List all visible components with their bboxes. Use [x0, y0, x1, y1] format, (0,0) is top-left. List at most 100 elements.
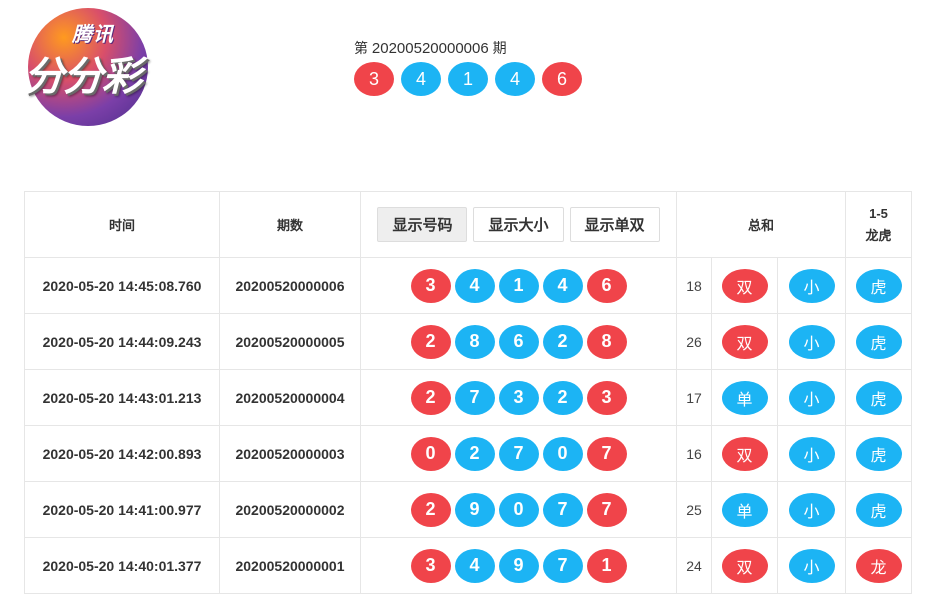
number-ball: 4 — [454, 268, 495, 303]
draw-numbers: 34971 — [360, 537, 677, 594]
logo-big-text: 分分彩 — [24, 54, 142, 100]
dragon-tiger-tag-cell: 虎 — [845, 369, 913, 426]
big-small-tag: 小 — [788, 492, 835, 527]
table-row: 2020-05-20 14:41:00.977 20200520000002 2 9 0… — [24, 481, 913, 538]
show-size-button[interactable]: 显示大小 — [473, 207, 564, 242]
table-header-row: 时间 期数 显示号码 显示大小 显示单双 总和 1-5 龙虎 — [24, 191, 913, 258]
number-ball: 1 — [586, 548, 627, 583]
issue-number: 20200520000002 — [219, 481, 361, 538]
table-row: 2020-05-20 14:43:01.213 20200520000004 2 7 3… — [24, 369, 913, 426]
current-balls: 34146 — [354, 62, 582, 96]
number-ball: 6 — [586, 268, 627, 303]
number-ball: 7 — [498, 436, 539, 471]
odd-even-tag-cell: 双 — [711, 425, 778, 482]
dragon-tiger-tag: 虎 — [855, 268, 902, 303]
dragon-tiger-tag-cell: 虎 — [845, 425, 913, 482]
big-small-tag: 小 — [788, 548, 835, 583]
current-ball: 6 — [542, 62, 582, 96]
number-ball: 0 — [542, 436, 583, 471]
dragon-tiger-tag: 虎 — [855, 492, 902, 527]
number-ball: 9 — [454, 492, 495, 527]
big-small-tag-cell: 小 — [776, 313, 847, 370]
dragon-tiger-tag-cell: 虎 — [845, 481, 913, 538]
issue-suffix: 期 — [492, 40, 507, 56]
odd-even-tag-cell: 双 — [711, 313, 778, 370]
odd-even-tag: 单 — [721, 492, 768, 527]
draw-numbers: 02707 — [360, 425, 677, 482]
big-small-tag-cell: 小 — [776, 369, 847, 426]
sum-value: 17 — [676, 369, 712, 426]
header-dragon-tiger-label: 龙虎 — [865, 227, 892, 243]
number-ball: 0 — [410, 436, 451, 471]
sum-value: 25 — [676, 481, 712, 538]
header-issue: 期数 — [219, 191, 361, 258]
dragon-tiger-tag: 龙 — [855, 548, 902, 583]
draw-numbers: 34146 — [360, 257, 677, 314]
big-small-tag-cell: 小 — [776, 257, 847, 314]
draw-time: 2020-05-20 14:41:00.977 — [24, 481, 220, 538]
number-ball: 0 — [498, 492, 539, 527]
issue-prefix: 第 — [354, 40, 368, 56]
sum-value: 26 — [676, 313, 712, 370]
draw-time: 2020-05-20 14:40:01.377 — [24, 537, 220, 594]
odd-even-tag: 双 — [721, 324, 768, 359]
draw-time: 2020-05-20 14:43:01.213 — [24, 369, 220, 426]
number-ball: 7 — [542, 548, 583, 583]
draw-numbers: 27323 — [360, 369, 677, 426]
sum-value: 16 — [676, 425, 712, 482]
odd-even-tag-cell: 单 — [711, 369, 778, 426]
issue-number: 20200520000006 — [219, 257, 361, 314]
odd-even-tag-cell: 双 — [711, 537, 778, 594]
odd-even-tag: 双 — [721, 268, 768, 303]
big-small-tag: 小 — [788, 324, 835, 359]
draw-numbers: 28628 — [360, 313, 677, 370]
current-issue: 第 20200520000006 期 34146 — [354, 38, 582, 96]
results-table: 时间 期数 显示号码 显示大小 显示单双 总和 1-5 龙虎 2020-05-2… — [24, 191, 913, 594]
draw-time: 2020-05-20 14:42:00.893 — [24, 425, 220, 482]
issue-number: 20200520000004 — [219, 369, 361, 426]
number-ball: 3 — [410, 268, 451, 303]
number-ball: 3 — [586, 380, 627, 415]
number-ball: 1 — [498, 268, 539, 303]
number-ball: 2 — [410, 380, 451, 415]
number-ball: 2 — [542, 324, 583, 359]
show-odd-even-button[interactable]: 显示单双 — [569, 207, 660, 242]
number-ball: 6 — [498, 324, 539, 359]
show-number-button[interactable]: 显示号码 — [377, 207, 468, 242]
number-ball: 3 — [498, 380, 539, 415]
dragon-tiger-tag: 虎 — [855, 436, 902, 471]
draw-numbers: 29077 — [360, 481, 677, 538]
odd-even-tag: 双 — [721, 548, 768, 583]
table-row: 2020-05-20 14:45:08.760 20200520000006 3 4 1… — [24, 257, 913, 314]
issue-number: 20200520000005 — [219, 313, 361, 370]
big-small-tag-cell: 小 — [776, 537, 847, 594]
number-ball: 2 — [454, 436, 495, 471]
number-ball: 2 — [410, 492, 451, 527]
dragon-tiger-tag-cell: 龙 — [845, 537, 913, 594]
draw-time: 2020-05-20 14:44:09.243 — [24, 313, 220, 370]
header-display-buttons: 显示号码 显示大小 显示单双 — [360, 191, 677, 258]
header-dragon-tiger: 1-5 龙虎 — [845, 191, 913, 258]
table-row: 2020-05-20 14:40:01.377 20200520000001 3 4 9… — [24, 537, 913, 594]
number-ball: 7 — [586, 436, 627, 471]
current-ball: 3 — [354, 62, 394, 96]
logo: 腾讯 分分彩 — [24, 8, 148, 126]
dragon-tiger-tag-cell: 虎 — [845, 257, 913, 314]
number-ball: 7 — [542, 492, 583, 527]
table-row: 2020-05-20 14:44:09.243 20200520000005 2 8 6… — [24, 313, 913, 370]
number-ball: 8 — [454, 324, 495, 359]
dragon-tiger-tag-cell: 虎 — [845, 313, 913, 370]
number-ball: 2 — [410, 324, 451, 359]
current-ball: 4 — [495, 62, 535, 96]
issue-number: 20200520000001 — [219, 537, 361, 594]
sum-value: 24 — [676, 537, 712, 594]
current-issue-label: 第 20200520000006 期 — [354, 38, 582, 58]
number-ball: 4 — [454, 548, 495, 583]
current-issue-number: 20200520000006 — [371, 40, 489, 57]
dragon-tiger-tag: 虎 — [855, 324, 902, 359]
issue-number: 20200520000003 — [219, 425, 361, 482]
number-ball: 9 — [498, 548, 539, 583]
draw-time: 2020-05-20 14:45:08.760 — [24, 257, 220, 314]
header-time: 时间 — [24, 191, 220, 258]
current-ball: 4 — [401, 62, 441, 96]
